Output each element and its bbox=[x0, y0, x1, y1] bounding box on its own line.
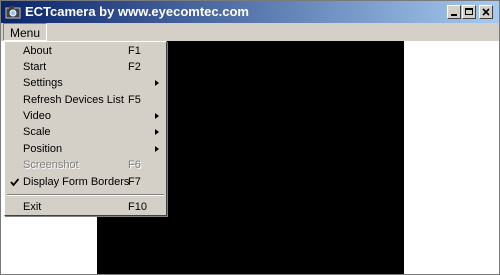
menu-bar: Menu bbox=[1, 23, 499, 41]
checkmark-icon bbox=[10, 178, 20, 187]
submenu-arrow-icon bbox=[155, 146, 159, 152]
maximize-button[interactable] bbox=[462, 5, 476, 19]
menu-item-video[interactable]: Video bbox=[5, 108, 166, 125]
menu-item-shortcut: F2 bbox=[128, 61, 141, 73]
app-window: ECTcamera by www.eyecomtec.com Menu Abou… bbox=[0, 0, 500, 275]
menu-item-label: Display Form Borders bbox=[23, 176, 130, 188]
menu-item-shortcut: F6 bbox=[128, 159, 141, 171]
menu-button[interactable]: Menu bbox=[3, 23, 48, 41]
window-title: ECTcamera by www.eyecomtec.com bbox=[25, 4, 249, 19]
menu-item-label: Position bbox=[23, 143, 63, 155]
close-button[interactable] bbox=[479, 5, 493, 19]
menu-item-position[interactable]: Position bbox=[5, 141, 166, 158]
menu-item-label: Start bbox=[23, 61, 47, 73]
menu-item-settings[interactable]: Settings bbox=[5, 75, 166, 92]
menu-item-about[interactable]: About F1 bbox=[5, 43, 166, 60]
menu-item-shortcut: F7 bbox=[128, 176, 141, 188]
menu-item-label: Refresh Devices List bbox=[23, 94, 124, 106]
menu-item-scale[interactable]: Scale bbox=[5, 124, 166, 141]
submenu-arrow-icon bbox=[155, 113, 159, 119]
menu-dropdown: About F1 Start F2 Settings Refresh Devic… bbox=[4, 41, 167, 216]
menu-item-screenshot: Screenshot F6 bbox=[5, 157, 166, 174]
menu-item-exit[interactable]: Exit F10 bbox=[5, 199, 166, 216]
menu-item-label: About bbox=[23, 45, 52, 57]
menu-item-label: Scale bbox=[23, 126, 51, 138]
title-bar[interactable]: ECTcamera by www.eyecomtec.com bbox=[1, 1, 499, 23]
minimize-button[interactable] bbox=[447, 5, 461, 19]
submenu-arrow-icon bbox=[155, 80, 159, 86]
menu-item-shortcut: F5 bbox=[128, 94, 141, 106]
maximize-icon bbox=[465, 8, 473, 15]
menu-separator bbox=[7, 194, 164, 196]
submenu-arrow-icon bbox=[155, 129, 159, 135]
close-icon bbox=[482, 8, 490, 16]
menu-item-label: Exit bbox=[23, 201, 42, 213]
minimize-icon bbox=[451, 14, 457, 16]
menu-item-start[interactable]: Start F2 bbox=[5, 59, 166, 76]
menu-item-display-form-borders[interactable]: Display Form Borders F7 bbox=[5, 174, 166, 191]
menu-item-label: Screenshot bbox=[23, 159, 79, 171]
camera-icon[interactable] bbox=[5, 4, 21, 20]
menu-item-label: Settings bbox=[23, 77, 63, 89]
menu-item-shortcut: F1 bbox=[128, 45, 141, 57]
menu-item-refresh-devices[interactable]: Refresh Devices List F5 bbox=[5, 92, 166, 109]
menu-item-shortcut: F10 bbox=[128, 201, 147, 213]
menu-item-label: Video bbox=[23, 110, 51, 122]
